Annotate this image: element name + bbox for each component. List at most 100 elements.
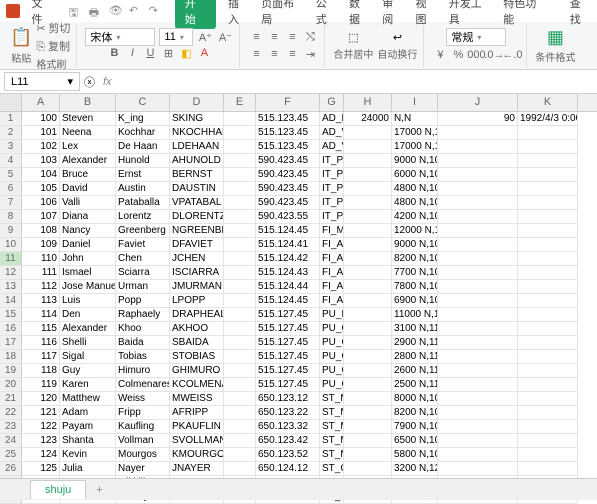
cell[interactable]: 590.423.45: [256, 182, 320, 196]
cell[interactable]: 2900 N,114,30,2000-09-09 00:00:00'': [392, 336, 438, 350]
cell[interactable]: [518, 462, 578, 476]
cell[interactable]: [344, 140, 392, 154]
cell[interactable]: Himuro: [116, 364, 170, 378]
cell[interactable]: [438, 406, 518, 420]
currency-icon[interactable]: ¥: [432, 47, 448, 63]
cell[interactable]: [224, 210, 256, 224]
cell[interactable]: [224, 266, 256, 280]
row-header[interactable]: 8: [0, 210, 22, 224]
cell[interactable]: 1992/4/3 0:00: [518, 112, 578, 126]
cell[interactable]: 2600 N,114,30,2000-09-09 00:00:00'': [392, 364, 438, 378]
cell[interactable]: Kochhar: [116, 126, 170, 140]
cell[interactable]: [438, 210, 518, 224]
merge-icon[interactable]: ⬚: [348, 31, 358, 44]
cell[interactable]: [438, 182, 518, 196]
cell[interactable]: STOBIAS: [170, 350, 224, 364]
cell[interactable]: PU_CLERK: [320, 378, 344, 392]
col-header[interactable]: J: [438, 94, 518, 111]
cell[interactable]: [224, 224, 256, 238]
cell[interactable]: 9000 N,102,60,1992-04-03 00:00:00'': [392, 154, 438, 168]
cell[interactable]: [438, 420, 518, 434]
col-header[interactable]: H: [344, 94, 392, 111]
cell[interactable]: 112: [22, 280, 60, 294]
cell[interactable]: [224, 252, 256, 266]
cell[interactable]: JCHEN: [170, 252, 224, 266]
col-header[interactable]: G: [320, 94, 344, 111]
cell[interactable]: FI_ACCOUNT: [320, 238, 344, 252]
cell[interactable]: Lex: [60, 140, 116, 154]
cond-format-icon[interactable]: ▦: [547, 27, 564, 48]
cell[interactable]: [518, 140, 578, 154]
cell[interactable]: Mourgos: [116, 448, 170, 462]
cell[interactable]: [518, 210, 578, 224]
cell[interactable]: BERNST: [170, 168, 224, 182]
row-header[interactable]: 9: [0, 224, 22, 238]
cell[interactable]: Payam: [60, 420, 116, 434]
cell[interactable]: [438, 308, 518, 322]
col-header[interactable]: I: [392, 94, 438, 111]
cell[interactable]: 3200 N,120,50,2004-02-06 00:00:00'': [392, 462, 438, 476]
cell[interactable]: [344, 196, 392, 210]
cell[interactable]: 24000: [344, 112, 392, 126]
cell[interactable]: SKING: [170, 112, 224, 126]
cell[interactable]: [438, 252, 518, 266]
cell[interactable]: Shanta: [60, 434, 116, 448]
align-left-icon[interactable]: ≡: [248, 46, 264, 62]
cell[interactable]: Faviet: [116, 238, 170, 252]
cell[interactable]: DFAVIET: [170, 238, 224, 252]
cell[interactable]: K_ing: [116, 112, 170, 126]
cell[interactable]: 3100 N,114,30,2000-09-09 00:00:00'': [392, 322, 438, 336]
cell[interactable]: [224, 462, 256, 476]
cell[interactable]: IT_PROG: [320, 196, 344, 210]
cell[interactable]: 8200 N,100,50,2004-02-06 00:00:00'': [392, 406, 438, 420]
cell[interactable]: 109: [22, 238, 60, 252]
paste-icon[interactable]: 📋: [10, 27, 32, 48]
cell[interactable]: 515.124.45: [256, 294, 320, 308]
cell[interactable]: [224, 126, 256, 140]
merge-button[interactable]: 合并居中: [333, 46, 373, 61]
cell[interactable]: 515.127.45: [256, 378, 320, 392]
cell[interactable]: 515.123.45: [256, 112, 320, 126]
cell[interactable]: [344, 252, 392, 266]
cell[interactable]: [224, 378, 256, 392]
cell[interactable]: PU_CLERK: [320, 336, 344, 350]
cell[interactable]: 590.423.45: [256, 154, 320, 168]
cell[interactable]: [518, 406, 578, 420]
cell[interactable]: 103: [22, 154, 60, 168]
cell[interactable]: 8000 N,100,50,2004-02-06 00:00:00'': [392, 392, 438, 406]
cell[interactable]: 120: [22, 392, 60, 406]
row-header[interactable]: 15: [0, 308, 22, 322]
cell[interactable]: 515.127.45: [256, 336, 320, 350]
cell[interactable]: 7700 N,108,100,2000-09-09 00:00:00'': [392, 266, 438, 280]
cell[interactable]: [344, 392, 392, 406]
cell[interactable]: Vollman: [116, 434, 170, 448]
cell[interactable]: Karen: [60, 378, 116, 392]
cell[interactable]: 104: [22, 168, 60, 182]
cell[interactable]: FI_MGR: [320, 224, 344, 238]
cell[interactable]: AHUNOLD: [170, 154, 224, 168]
cell[interactable]: 90: [438, 112, 518, 126]
row-header[interactable]: 12: [0, 266, 22, 280]
row-header[interactable]: 11: [0, 252, 22, 266]
cell[interactable]: 107: [22, 210, 60, 224]
cell[interactable]: [344, 154, 392, 168]
cell[interactable]: 114: [22, 308, 60, 322]
cell[interactable]: 515.124.45: [256, 224, 320, 238]
fx-icon[interactable]: ⓧ: [84, 74, 95, 90]
cell[interactable]: ST_MAN: [320, 448, 344, 462]
cell[interactable]: 118: [22, 364, 60, 378]
cell[interactable]: Diana: [60, 210, 116, 224]
cell[interactable]: Austin: [116, 182, 170, 196]
copy-button[interactable]: ⎘ 复制: [36, 38, 70, 54]
cell[interactable]: [344, 280, 392, 294]
row-header[interactable]: 18: [0, 350, 22, 364]
cell[interactable]: LPOPP: [170, 294, 224, 308]
fill-color-button[interactable]: ◧: [178, 45, 194, 61]
cell[interactable]: 6900 N,108,100,2000-09-09 00:00:00'': [392, 294, 438, 308]
cell[interactable]: [344, 420, 392, 434]
cell[interactable]: [438, 336, 518, 350]
cell[interactable]: FI_ACCOUNT: [320, 294, 344, 308]
decrease-font-icon[interactable]: A⁻: [217, 29, 233, 45]
cell[interactable]: [224, 280, 256, 294]
cell[interactable]: 590.423.45: [256, 196, 320, 210]
